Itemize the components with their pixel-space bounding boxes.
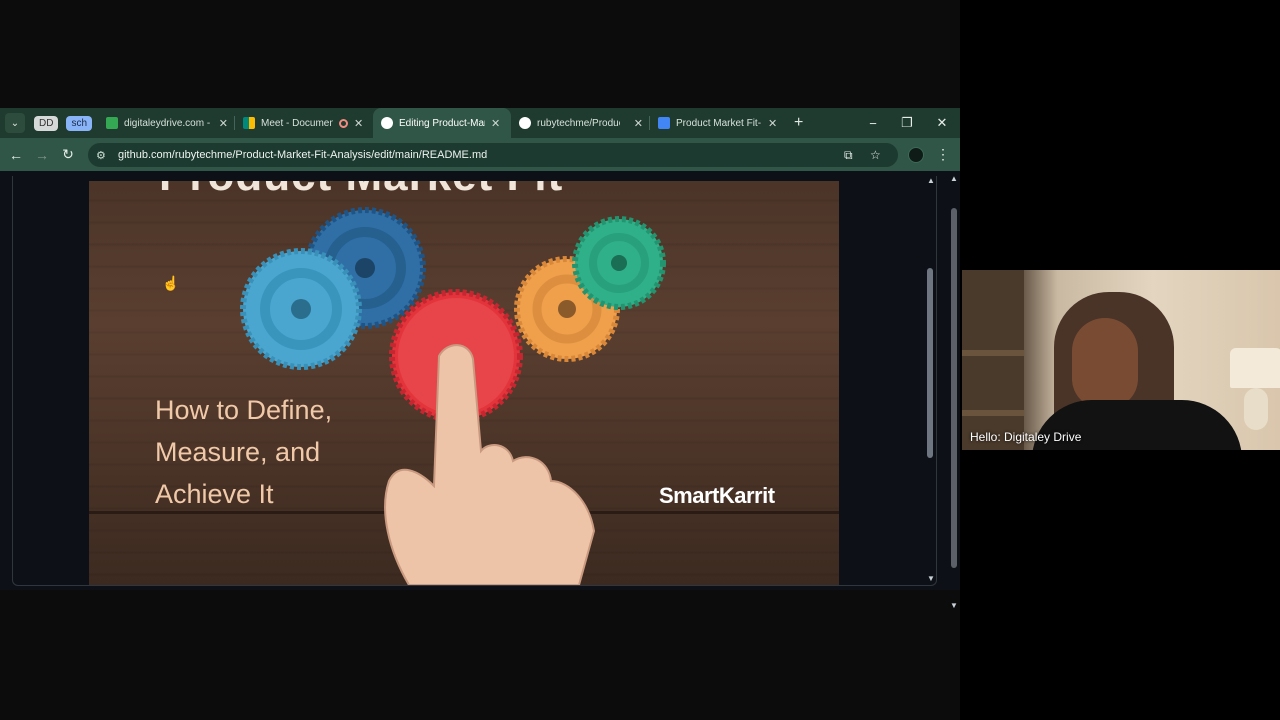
tab-title: digitaleydrive.com - C [124, 117, 213, 129]
tab-docs[interactable]: Product Market Fit- K ✕ [650, 108, 786, 138]
webcam-caption: Hello: Digitaley Drive [970, 430, 1082, 444]
brand-logo: SmartKarrit [659, 483, 775, 508]
tab-digitaleydrive[interactable]: digitaleydrive.com - C ✕ [98, 108, 234, 138]
meet-favicon-icon [243, 117, 256, 129]
install-app-icon[interactable]: ⧉ [844, 143, 853, 167]
new-tab-button[interactable]: + [794, 114, 803, 132]
reload-icon: ↻ [62, 146, 74, 162]
heading-line: How to Define, [155, 395, 333, 425]
tab-title: Editing Product-Mark [399, 117, 486, 129]
address-bar[interactable]: ⚙ github.com/rubytechme/Product-Market-F… [88, 143, 898, 167]
minimize-icon: − [869, 115, 877, 131]
arrow-left-icon: ← [9, 146, 23, 163]
tab-group-chip[interactable]: DD [34, 115, 59, 131]
heading-line: Measure, and [155, 437, 321, 467]
shelf-board [962, 410, 1024, 416]
restore-button[interactable]: ❐ [890, 108, 924, 138]
github-favicon-icon [381, 117, 394, 129]
browser-toolbar: ← → ↻ ⚙ github.com/rubytechme/Product-Ma… [0, 138, 960, 171]
hand-cursor-icon: ☝ [162, 275, 180, 291]
tab-editing-readme[interactable]: Editing Product-Mark ✕ [373, 108, 512, 138]
heading-line: Achieve It [155, 479, 274, 509]
url-text[interactable]: github.com/rubytechme/Product-Market-Fit… [118, 149, 487, 161]
scroll-up-icon[interactable]: ▲ [950, 174, 958, 183]
scrollbar-thumb[interactable] [951, 208, 957, 568]
tab-meet[interactable]: Meet - Document ✕ [235, 108, 373, 138]
recording-icon [339, 118, 349, 128]
shelf-board [962, 350, 1024, 356]
close-tab-icon[interactable]: ✕ [491, 117, 500, 130]
page-scrollbar[interactable]: ▲ ▼ [948, 108, 960, 610]
close-tab-icon[interactable]: ✕ [354, 117, 363, 130]
forward-button[interactable]: → [29, 142, 55, 168]
preview-scrollbar[interactable]: ▲ ▼ [925, 176, 935, 586]
tab-title: rubytechme/Product [537, 117, 620, 129]
chevron-down-icon: ⌄ [10, 117, 20, 129]
lamp-shade [1230, 348, 1280, 388]
lamp-base [1244, 388, 1268, 430]
close-tab-icon[interactable]: ✕ [634, 117, 643, 130]
close-tab-icon[interactable]: ✕ [768, 117, 777, 130]
screen: ⌄ DD sch digitaleydrive.com - C ✕ Meet -… [0, 0, 1280, 720]
scroll-up-icon[interactable]: ▲ [927, 176, 935, 185]
tab-search-button[interactable]: ⌄ [5, 113, 25, 133]
close-icon: ✕ [936, 115, 948, 130]
tab-strip: ⌄ DD sch digitaleydrive.com - C ✕ Meet -… [0, 108, 960, 138]
scroll-down-icon[interactable]: ▼ [950, 601, 958, 610]
scroll-down-icon[interactable]: ▼ [927, 574, 935, 583]
screen-share-area: ⌄ DD sch digitaleydrive.com - C ✕ Meet -… [0, 0, 960, 720]
minimize-button[interactable]: − [856, 108, 890, 138]
tab-repo[interactable]: rubytechme/Product ✕ [511, 108, 649, 138]
tab-title: Product Market Fit- K [676, 117, 763, 129]
github-favicon-icon [519, 117, 532, 129]
restore-icon: ❐ [901, 115, 913, 130]
green-gear [572, 216, 666, 310]
webcam-tile: Hello: Digitaley Drive [962, 270, 1280, 450]
gears-illustration [240, 207, 666, 585]
reload-button[interactable]: ↻ [55, 142, 81, 168]
docs-favicon-icon [658, 117, 671, 129]
readme-image: Product Market Fit [89, 181, 839, 585]
page-content: Product Market Fit [0, 171, 960, 590]
tune-icon[interactable]: ⚙ [96, 149, 114, 162]
image-heading: How to Define, Measure, and Achieve It [155, 389, 415, 515]
drive-favicon-icon [106, 117, 119, 129]
back-button[interactable]: ← [3, 142, 29, 168]
tab-group-chip[interactable]: sch [66, 115, 93, 131]
browser-window: ⌄ DD sch digitaleydrive.com - C ✕ Meet -… [0, 108, 960, 610]
scrollbar-thumb[interactable] [927, 268, 933, 458]
light-blue-gear [240, 248, 362, 370]
arrow-right-icon: → [35, 146, 49, 163]
person-face [1072, 318, 1138, 408]
tab-title: Meet - Document [261, 117, 334, 129]
star-icon[interactable]: ☆ [870, 143, 881, 167]
close-tab-icon[interactable]: ✕ [219, 117, 228, 130]
avatar[interactable] [908, 147, 924, 163]
bookshelf [962, 270, 1024, 450]
